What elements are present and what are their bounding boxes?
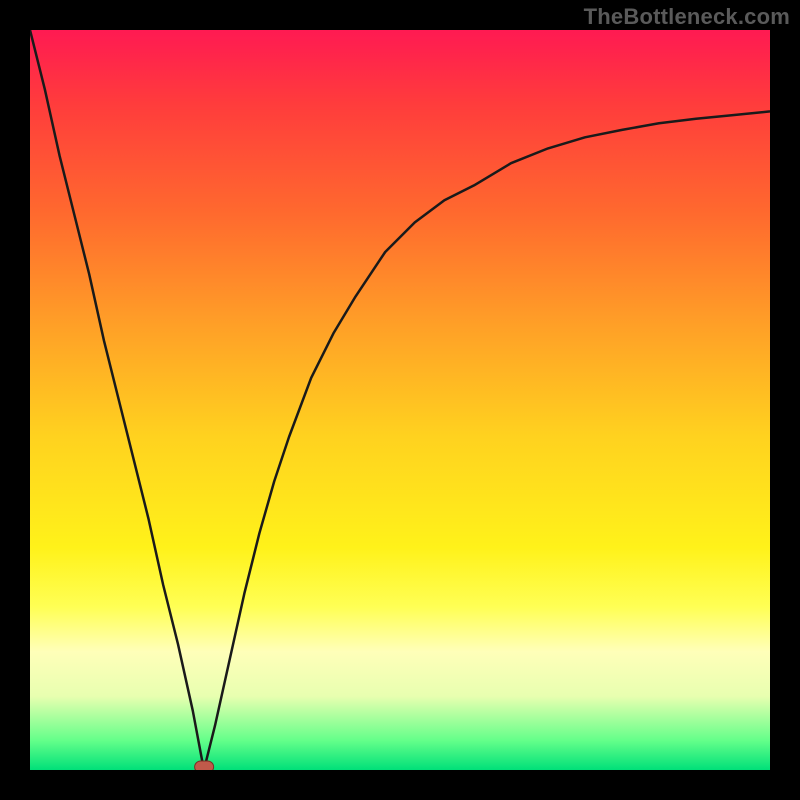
plot-area: [30, 30, 770, 770]
watermark-text: TheBottleneck.com: [584, 4, 790, 30]
chart-line: [30, 30, 770, 770]
bottleneck-curve-path: [30, 30, 770, 770]
optimum-marker: [194, 760, 214, 770]
chart-frame: TheBottleneck.com: [0, 0, 800, 800]
